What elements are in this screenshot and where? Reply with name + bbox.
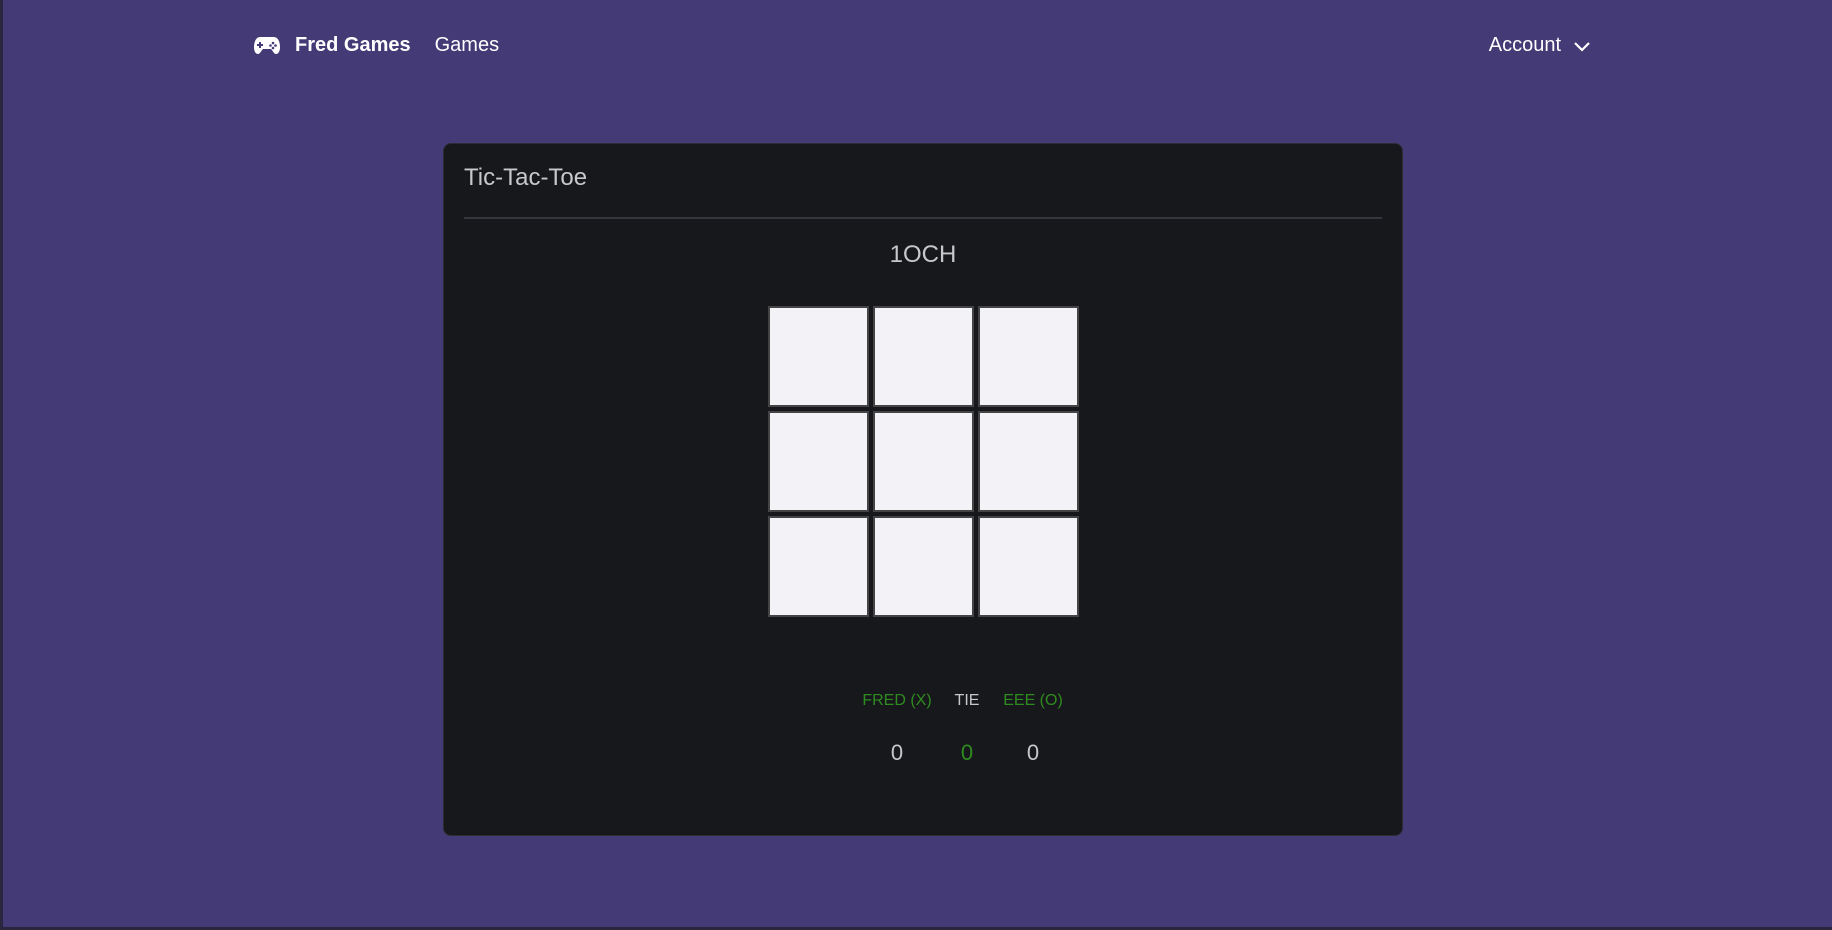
score-value-player-o: 0 bbox=[1026, 740, 1040, 765]
game-code: 1OCH bbox=[889, 241, 957, 268]
brand-link[interactable]: Fred Games bbox=[253, 34, 411, 57]
app-frame: Fred Games Games Account Tic-Tac-Toe 1OC… bbox=[0, 0, 1832, 930]
score-label-player-o: EEE (O) bbox=[1003, 692, 1063, 709]
tic-tac-toe-board bbox=[768, 306, 1079, 617]
top-navbar: Fred Games Games Account bbox=[253, 30, 1591, 60]
board-cell-7[interactable] bbox=[768, 516, 869, 617]
game-card: Tic-Tac-Toe 1OCH FRED (X) 0 TIE 0 EEE (O… bbox=[443, 143, 1403, 836]
board-cell-4[interactable] bbox=[768, 411, 869, 512]
score-player-o: EEE (O) 0 bbox=[983, 692, 1083, 766]
board-cell-1[interactable] bbox=[768, 306, 869, 407]
nav-link-games[interactable]: Games bbox=[435, 34, 499, 57]
board-cell-5[interactable] bbox=[873, 411, 974, 512]
account-label: Account bbox=[1488, 33, 1561, 56]
brand-name: Fred Games bbox=[295, 33, 411, 56]
gamepad-icon bbox=[254, 37, 280, 54]
card-divider bbox=[464, 217, 1382, 219]
board-cell-6[interactable] bbox=[978, 411, 1079, 512]
chevron-down-icon bbox=[1574, 42, 1590, 52]
board-cell-2[interactable] bbox=[873, 306, 974, 407]
account-dropdown[interactable]: Account bbox=[1489, 34, 1591, 57]
card-title: Tic-Tac-Toe bbox=[464, 164, 588, 191]
board-cell-3[interactable] bbox=[978, 306, 1079, 407]
board-cell-8[interactable] bbox=[873, 516, 974, 617]
board-cell-9[interactable] bbox=[978, 516, 1079, 617]
